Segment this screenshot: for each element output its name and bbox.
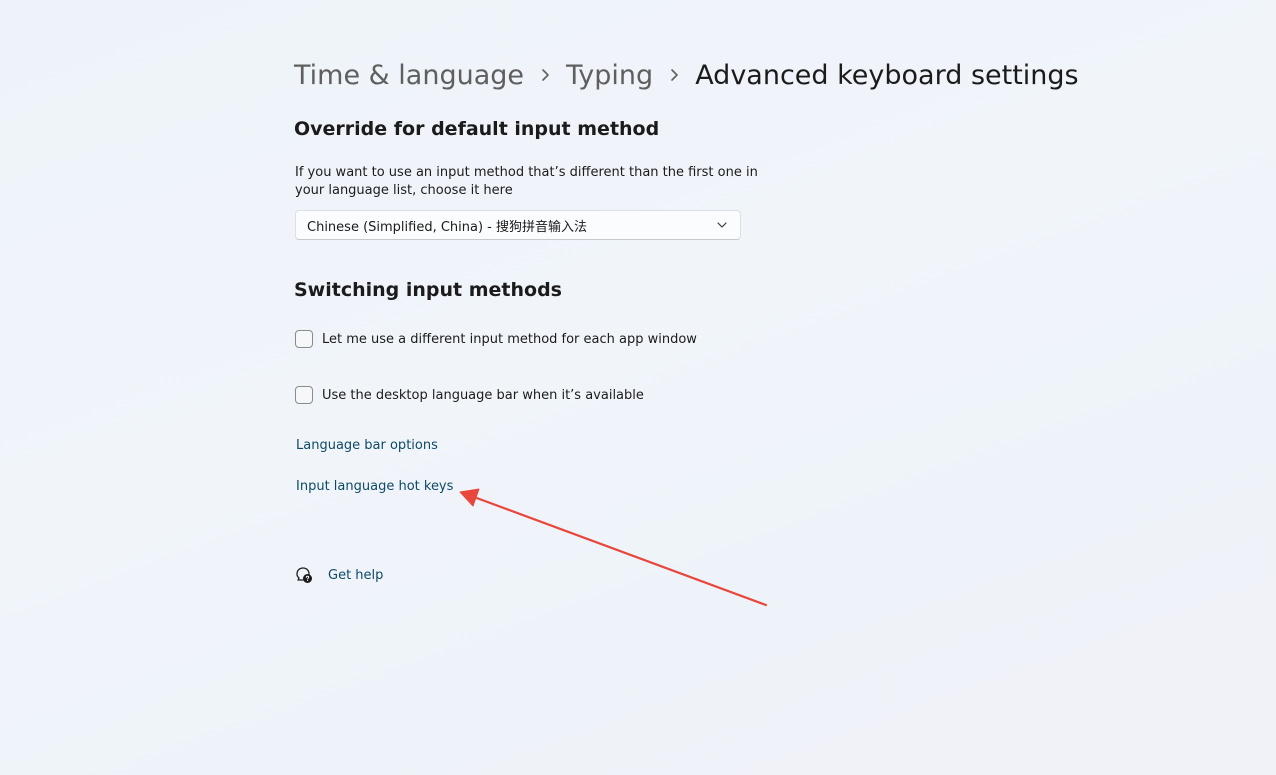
red-arrow-annotation [459,488,768,607]
